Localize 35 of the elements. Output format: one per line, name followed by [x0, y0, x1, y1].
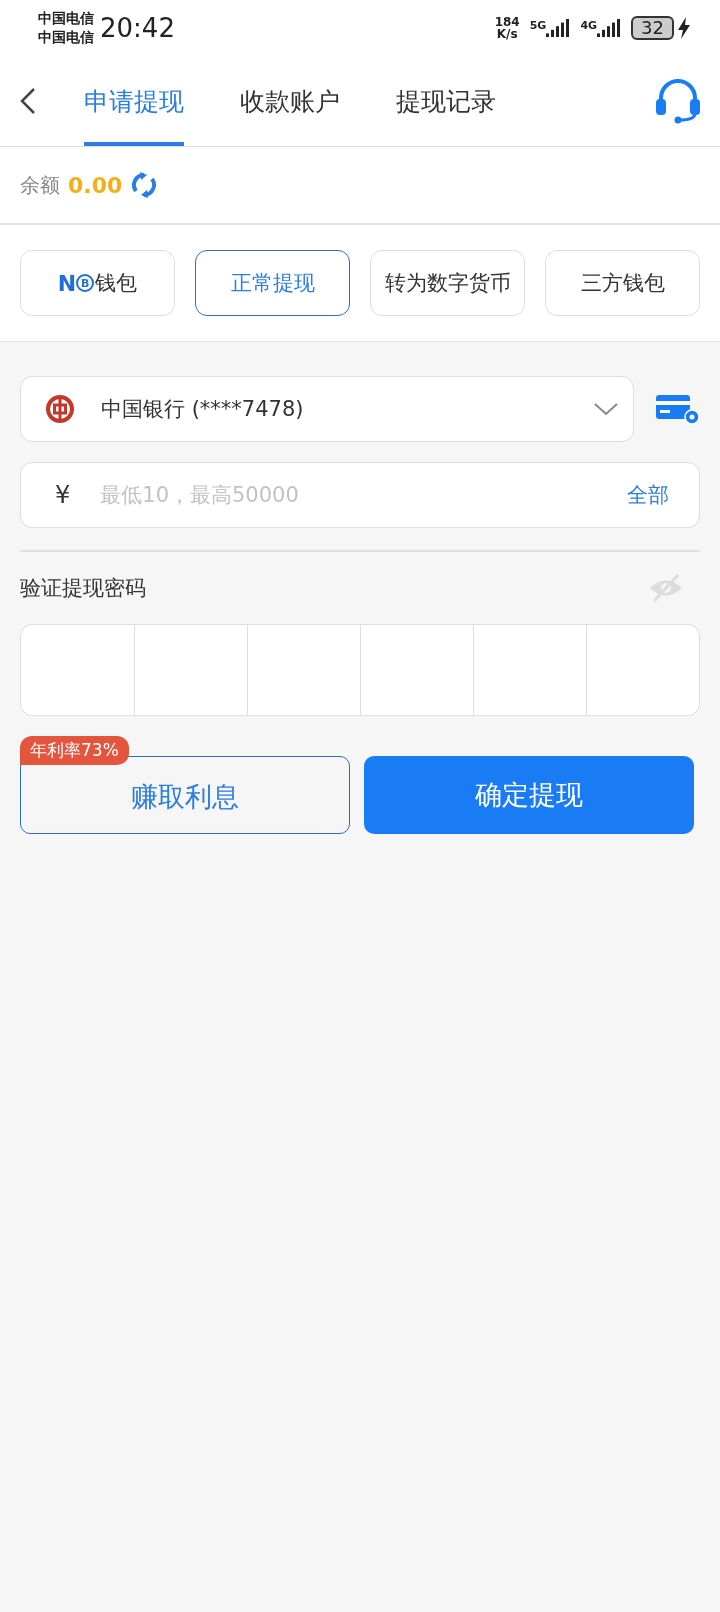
withdraw-option[interactable]: 正常提现: [195, 250, 350, 316]
network-type: 5G: [529, 19, 547, 32]
chevron-down-icon: [593, 401, 619, 417]
carrier-name: 中国电信: [38, 9, 94, 28]
refresh-icon[interactable]: [130, 171, 159, 199]
tab[interactable]: 收款账户: [240, 56, 340, 146]
signal-icon: [546, 19, 571, 37]
withdraw-option[interactable]: 转为数字货币: [370, 250, 525, 316]
withdraw-option[interactable]: N B 钱包: [20, 250, 175, 316]
clock: 20:42: [100, 13, 175, 43]
balance-label: 余额: [20, 171, 60, 199]
carrier-name: 中国电信: [38, 28, 94, 47]
signal-icon: [597, 19, 622, 37]
bank-account: 中国银行 (****7478): [101, 396, 304, 423]
bank-select[interactable]: 中国银行 (****7478): [20, 376, 634, 442]
amount-field[interactable]: ¥ 最低10，最高50000 全部: [20, 462, 700, 528]
tab[interactable]: 提现记录: [396, 56, 496, 146]
currency-symbol: ¥: [55, 481, 71, 509]
network-speed: K/s: [496, 28, 518, 40]
back-icon[interactable]: [18, 86, 38, 116]
password-input[interactable]: [20, 624, 700, 716]
all-link[interactable]: 全部: [627, 481, 669, 509]
network-type: 4G: [580, 19, 598, 32]
rate-badge: 年利率73%: [20, 736, 129, 765]
battery-level: 32: [631, 16, 674, 40]
bank-logo-icon: [45, 394, 75, 424]
card-settings-icon[interactable]: [656, 393, 700, 425]
network-speed: 184: [494, 16, 520, 28]
confirm-withdraw-button[interactable]: 确定提现: [364, 756, 694, 834]
headset-icon[interactable]: [654, 78, 702, 124]
password-label: 验证提现密码: [20, 575, 146, 602]
withdraw-option[interactable]: 三方钱包: [545, 250, 700, 316]
tab[interactable]: 申请提现: [84, 56, 184, 146]
wallet-logo: N B: [57, 270, 95, 296]
balance-amount: 0.00: [68, 172, 123, 198]
